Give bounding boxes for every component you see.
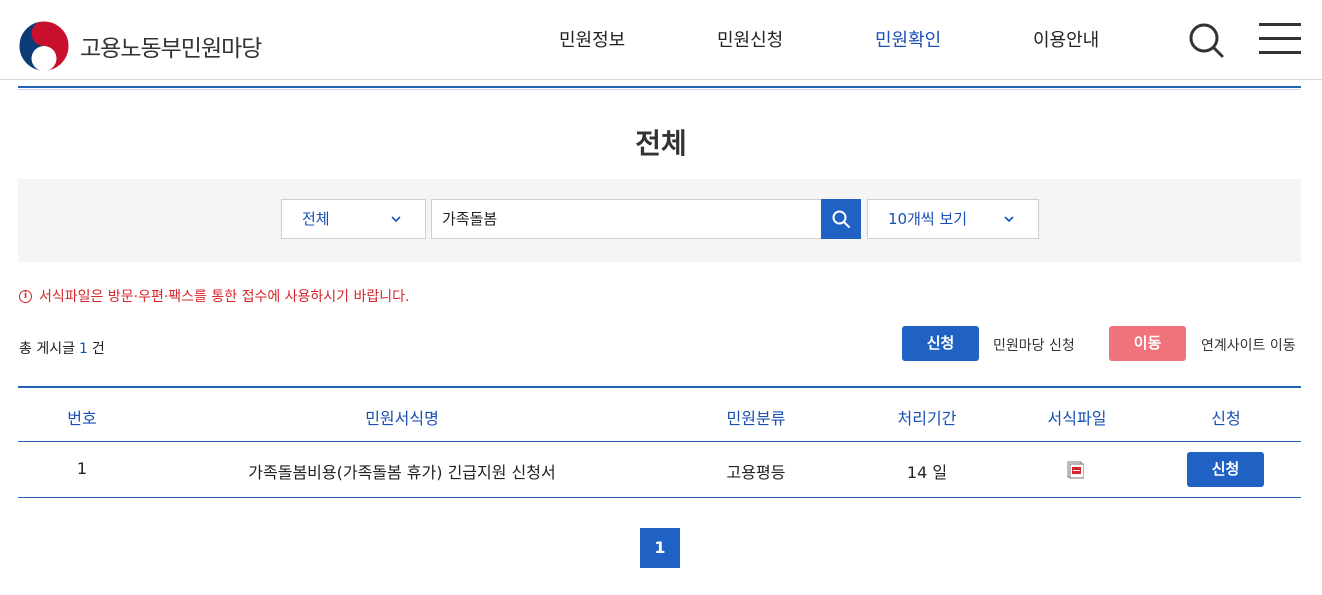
taegeuk-logo-icon: [18, 20, 70, 72]
keyword-input[interactable]: 가족돌봄: [431, 199, 822, 239]
site-name: 고용노동부민원마당: [80, 36, 262, 62]
content-top-rule-sub: [18, 89, 1301, 90]
col-header-apply: 신청: [1211, 409, 1241, 428]
notice-text: 서식파일은 방문·우편·팩스를 통한 접수에 사용하시기 바랍니다.: [39, 289, 410, 305]
hamburger-bar: [1259, 51, 1301, 54]
hamburger-menu-button[interactable]: [1259, 20, 1303, 58]
post-count: 총 게시글 1 건: [19, 338, 105, 358]
col-header-form-name: 민원서식명: [365, 409, 439, 428]
col-header-number: 번호: [67, 409, 97, 428]
legend-apply-badge: 신청: [902, 326, 979, 361]
header-search-button[interactable]: [1186, 20, 1226, 60]
search-panel: 전체 가족돌봄 10개씩 보기: [18, 179, 1301, 262]
post-count-prefix: 총 게시글: [19, 341, 75, 357]
nav-item-apply[interactable]: 민원신청: [717, 26, 783, 52]
search-icon: [1189, 23, 1224, 58]
category-select-value: 전체: [302, 210, 330, 228]
post-count-number: 1: [78, 341, 88, 357]
row-number: 1: [76, 459, 88, 478]
legend-move-badge: 이동: [1109, 326, 1186, 361]
page-title: 전체: [635, 127, 687, 160]
site-header: 고용노동부민원마당 민원정보 민원신청 민원확인 이용안내: [0, 0, 1322, 80]
form-file-notice: i 서식파일은 방문·우편·팩스를 통한 접수에 사용하시기 바랍니다.: [19, 286, 409, 306]
hamburger-bar: [1259, 37, 1301, 40]
content-top-rule: [18, 86, 1301, 88]
keyword-search-button[interactable]: [821, 199, 861, 239]
post-count-suffix: 건: [91, 341, 105, 357]
legend-apply-desc: 민원마당 신청: [993, 338, 1075, 354]
table-header-rule: [18, 441, 1301, 442]
info-icon: i: [19, 289, 32, 303]
site-logo[interactable]: 고용노동부민원마당: [18, 20, 262, 72]
page-size-select-value: 10개씩 보기: [888, 210, 968, 228]
legend-move-desc: 연계사이트 이동: [1201, 338, 1296, 354]
nav-item-check[interactable]: 민원확인: [875, 26, 941, 52]
chevron-down-icon: [1004, 216, 1014, 223]
pagination-page-1[interactable]: 1: [640, 528, 680, 568]
nav-item-guide[interactable]: 이용안내: [1033, 26, 1099, 52]
chevron-down-icon: [391, 216, 401, 223]
search-icon: [832, 210, 850, 228]
category-select[interactable]: 전체: [281, 199, 426, 239]
nav-item-info[interactable]: 민원정보: [559, 26, 625, 52]
page-size-select[interactable]: 10개씩 보기: [867, 199, 1039, 239]
col-header-form-file: 서식파일: [1047, 409, 1107, 428]
hamburger-icon: [1259, 23, 1301, 26]
row-category: 고용평등: [726, 463, 786, 482]
col-header-category: 민원분류: [726, 409, 786, 428]
row-form-name[interactable]: 가족돌봄비용(가족돌봄 휴가) 긴급지원 신청서: [202, 459, 602, 483]
hwp-file-download-icon[interactable]: [1067, 461, 1085, 479]
row-period: 14 일: [906, 463, 948, 482]
table-top-rule: [18, 386, 1301, 388]
row-apply-button[interactable]: 신청: [1187, 452, 1264, 487]
table-bottom-rule: [18, 497, 1301, 498]
col-header-period: 처리기간: [897, 409, 957, 428]
